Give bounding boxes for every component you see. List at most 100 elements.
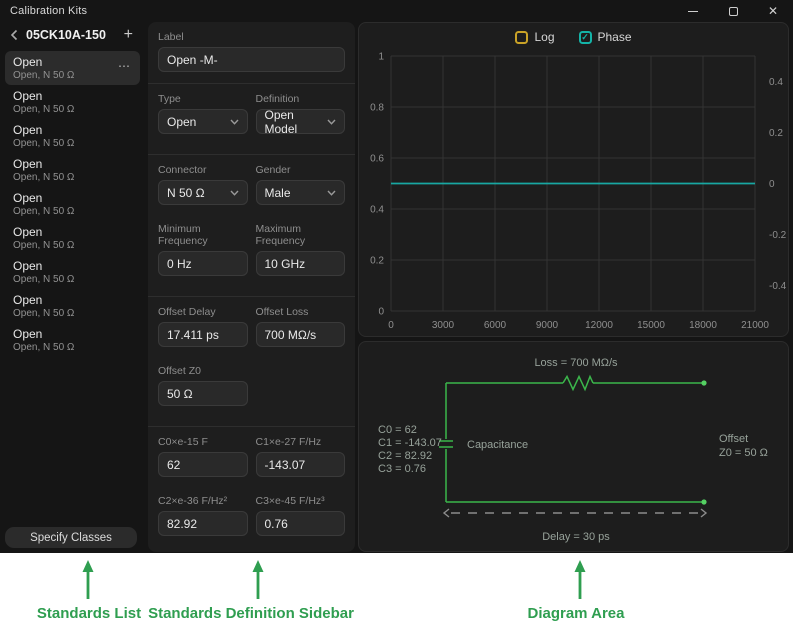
- list-item-subtitle: Open, N 50 Ω: [13, 342, 132, 354]
- log-checkbox[interactable]: ✓ Log: [515, 30, 554, 44]
- list-item-subtitle: Open, N 50 Ω: [13, 104, 132, 116]
- list-item[interactable]: OpenOpen, N 50 Ω: [5, 289, 140, 323]
- max-frequency-input[interactable]: 10 GHz: [256, 251, 346, 276]
- close-button[interactable]: ✕: [753, 0, 793, 22]
- capacitance-label: Capacitance: [467, 439, 528, 451]
- list-item[interactable]: OpenOpen, N 50 Ω⋯: [5, 51, 140, 85]
- annotation-arrow-icon: [78, 559, 98, 601]
- svg-text:6000: 6000: [484, 320, 507, 331]
- gender-select[interactable]: Male: [256, 180, 346, 205]
- open-model-circuit-diagram: Loss = 700 MΩ/s C0 = 62 C1 = -143.07 C2 …: [359, 342, 788, 551]
- c3-field: C3×e-45 F/Hz³ 0.76: [256, 495, 346, 545]
- list-item[interactable]: OpenOpen, N 50 Ω: [5, 153, 140, 187]
- annotation-label: Standards List: [37, 605, 141, 622]
- label-field: Label Open -M-: [158, 31, 345, 72]
- phase-chart: 10.80.60.40.2003000600090001200015000180…: [359, 23, 788, 336]
- coefficients-section: C0×e-15 F 62 C1×e-27 F/Hz -143.07 C2×e-3…: [148, 427, 355, 556]
- svg-text:3000: 3000: [432, 320, 455, 331]
- definition-select[interactable]: Open Model: [256, 109, 346, 134]
- close-icon: ✕: [768, 5, 778, 17]
- list-item-title: Open: [13, 191, 132, 206]
- min-frequency-input[interactable]: 0 Hz: [158, 251, 248, 276]
- chart-legend: ✓ Log ✓ Phase: [359, 30, 788, 44]
- c0-field: C0×e-15 F 62: [158, 436, 248, 477]
- offset-section: Offset Delay 17.411 ps Offset Loss 700 M…: [148, 297, 355, 426]
- svg-text:1: 1: [378, 52, 384, 63]
- window-title: Calibration Kits: [10, 5, 87, 17]
- maximize-button[interactable]: [713, 0, 753, 22]
- svg-text:-0.2: -0.2: [769, 230, 787, 241]
- svg-text:0.4: 0.4: [370, 205, 384, 216]
- svg-text:0.2: 0.2: [370, 256, 384, 267]
- resistor-icon: [563, 377, 593, 390]
- list-item[interactable]: OpenOpen, N 50 Ω: [5, 85, 140, 119]
- loss-label: Loss = 700 MΩ/s: [534, 357, 618, 369]
- phase-checkbox[interactable]: ✓ Phase: [579, 30, 632, 44]
- list-item[interactable]: OpenOpen, N 50 Ω: [5, 323, 140, 357]
- c2-value-label: C2 = 82.92: [378, 450, 432, 462]
- c3-input[interactable]: 0.76: [256, 511, 346, 536]
- chevron-down-icon: [230, 119, 239, 125]
- delay-label: Delay = 30 ps: [542, 531, 610, 543]
- annotation-arrow-icon: [570, 559, 590, 601]
- offset-loss-input[interactable]: 700 MΩ/s: [256, 322, 346, 347]
- svg-text:15000: 15000: [637, 320, 665, 331]
- checkbox-unchecked-icon: ✓: [515, 31, 528, 44]
- svg-text:18000: 18000: [689, 320, 717, 331]
- specify-classes-button[interactable]: Specify Classes: [5, 527, 137, 548]
- list-item[interactable]: OpenOpen, N 50 Ω: [5, 187, 140, 221]
- list-item-title: Open: [13, 327, 132, 342]
- window-controls: ✕: [673, 0, 793, 22]
- chart-panel: ✓ Log ✓ Phase 10.80.60.40.20030006000900…: [358, 22, 789, 337]
- offset-z0-label: Z0 = 50 Ω: [719, 447, 768, 459]
- minimize-icon: [688, 11, 698, 12]
- annotation-label: Standards Definition Sidebar: [148, 605, 354, 622]
- annotation-layer: Standards List Standards Definition Sideb…: [0, 553, 793, 632]
- chevron-left-icon: [10, 29, 18, 41]
- label-input[interactable]: Open -M-: [158, 47, 345, 72]
- svg-text:0: 0: [378, 307, 384, 318]
- list-item-title: Open: [13, 55, 132, 70]
- maximize-icon: [729, 7, 738, 16]
- list-item-subtitle: Open, N 50 Ω: [13, 138, 132, 150]
- list-item[interactable]: OpenOpen, N 50 Ω: [5, 119, 140, 153]
- annotation-arrow-icon: [248, 559, 268, 601]
- delay-span-arrow: [444, 509, 706, 517]
- c1-input[interactable]: -143.07: [256, 452, 346, 477]
- svg-text:21000: 21000: [741, 320, 769, 331]
- type-field: Type Open: [158, 93, 248, 134]
- c0-input[interactable]: 62: [158, 452, 248, 477]
- offset-delay-input[interactable]: 17.411 ps: [158, 322, 248, 347]
- titlebar: Calibration Kits ✕: [0, 0, 793, 22]
- back-button[interactable]: [10, 29, 18, 41]
- offset-z0-input[interactable]: 50 Ω: [158, 381, 248, 406]
- list-item-title: Open: [13, 157, 132, 172]
- gender-field: Gender Male: [256, 164, 346, 214]
- definition-field: Definition Open Model: [256, 93, 346, 143]
- connector-select[interactable]: N 50 Ω: [158, 180, 248, 205]
- screenshot-root: Calibration Kits ✕ 05CK10A-150 + OpenOpe…: [0, 0, 793, 632]
- standards-list-items: OpenOpen, N 50 Ω⋯OpenOpen, N 50 ΩOpenOpe…: [5, 51, 140, 357]
- chevron-down-icon: [230, 190, 239, 196]
- diagram-area: Loss = 700 MΩ/s C0 = 62 C1 = -143.07 C2 …: [358, 341, 789, 552]
- type-select[interactable]: Open: [158, 109, 248, 134]
- list-item[interactable]: OpenOpen, N 50 Ω: [5, 221, 140, 255]
- label-field-label: Label: [158, 31, 345, 43]
- svg-text:0.4: 0.4: [769, 77, 783, 88]
- list-item-title: Open: [13, 225, 132, 240]
- node-dot: [701, 499, 706, 504]
- annotation-label: Diagram Area: [528, 605, 625, 622]
- add-standard-button[interactable]: +: [124, 27, 133, 43]
- list-item[interactable]: OpenOpen, N 50 Ω: [5, 255, 140, 289]
- connector-section: Connector N 50 Ω Gender Male Minimum Fre…: [148, 155, 355, 296]
- label-section: Label Open -M-: [148, 22, 355, 83]
- standards-list-header: 05CK10A-150 +: [0, 22, 145, 48]
- svg-text:0.6: 0.6: [370, 154, 384, 165]
- c2-input[interactable]: 82.92: [158, 511, 248, 536]
- minimize-button[interactable]: [673, 0, 713, 22]
- more-options-button[interactable]: ⋯: [118, 59, 131, 73]
- c1-value-label: C1 = -143.07: [378, 437, 442, 449]
- c1-field: C1×e-27 F/Hz -143.07: [256, 436, 346, 486]
- list-item-subtitle: Open, N 50 Ω: [13, 240, 132, 252]
- svg-text:0: 0: [388, 320, 394, 331]
